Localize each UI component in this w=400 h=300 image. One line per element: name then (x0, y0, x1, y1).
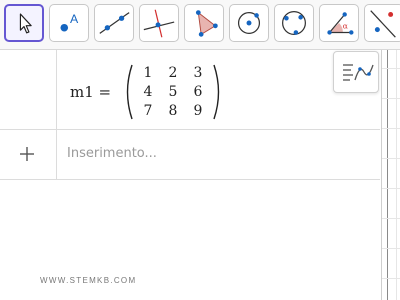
perpendicular-line-icon (143, 9, 175, 38)
tool-perpendicular-button[interactable] (139, 4, 179, 42)
algebra-style-button[interactable] (333, 51, 379, 93)
matrix-cell: 2 (168, 65, 178, 81)
cursor-arrow-icon (19, 13, 32, 34)
grid-line (396, 50, 397, 300)
polygon-icon (195, 10, 218, 37)
matrix-cell: 1 (143, 65, 153, 81)
grid-line (382, 128, 400, 129)
grid-line (382, 68, 400, 69)
circle-three-points-icon (282, 11, 306, 35)
angle-letter: α (343, 22, 348, 31)
grid-line (382, 98, 400, 99)
left-parenthesis (126, 64, 133, 120)
grid-line (382, 158, 400, 159)
tool-move-button[interactable] (4, 4, 44, 42)
reflect-line-icon (370, 10, 396, 38)
tool-circle-center-button[interactable] (229, 4, 269, 42)
algebra-row-matrix[interactable]: m1 = 1 2 3 4 5 6 7 8 9 (0, 50, 380, 130)
algebra-view: m1 = 1 2 3 4 5 6 7 8 9 Inserimento... (0, 50, 380, 300)
algebra-input-row[interactable]: Inserimento... (0, 130, 380, 180)
circle-center-icon (237, 11, 261, 35)
tool-point-button[interactable]: A (49, 4, 89, 42)
toolbar: A α (0, 0, 400, 50)
plus-icon[interactable] (16, 143, 38, 165)
tool-circle-three-points-button[interactable] (274, 4, 314, 42)
algebra-graph-icon (343, 64, 374, 81)
matrix-label: m1 = (70, 83, 112, 101)
right-parenthesis (213, 64, 220, 120)
matrix-cell: 5 (168, 84, 178, 100)
matrix-cell: 9 (193, 103, 203, 119)
y-axis (387, 50, 388, 300)
matrix-m1: 1 2 3 4 5 6 7 8 9 (122, 64, 224, 120)
point-letter: A (70, 12, 79, 26)
tool-polygon-button[interactable] (184, 4, 224, 42)
grid-line (382, 278, 400, 279)
tool-angle-button[interactable]: α (319, 4, 359, 42)
grid-line (382, 218, 400, 219)
tool-reflect-button[interactable] (364, 4, 400, 42)
line-through-points-icon (99, 12, 130, 34)
matrix-cell: 7 (143, 103, 153, 119)
watermark-text: WWW.STEMKB.COM (40, 276, 137, 285)
matrix-cell: 4 (143, 84, 153, 100)
angle-icon: α (327, 12, 354, 35)
point-icon: A (60, 12, 79, 32)
matrix-cell: 6 (193, 84, 203, 100)
matrix-cell: 3 (193, 65, 203, 81)
grid-line (382, 188, 400, 189)
tool-line-button[interactable] (94, 4, 134, 42)
matrix-cell: 8 (168, 103, 178, 119)
graphics-view[interactable] (381, 50, 400, 300)
grid-line (382, 248, 400, 249)
algebra-input-field[interactable]: Inserimento... (67, 146, 157, 161)
